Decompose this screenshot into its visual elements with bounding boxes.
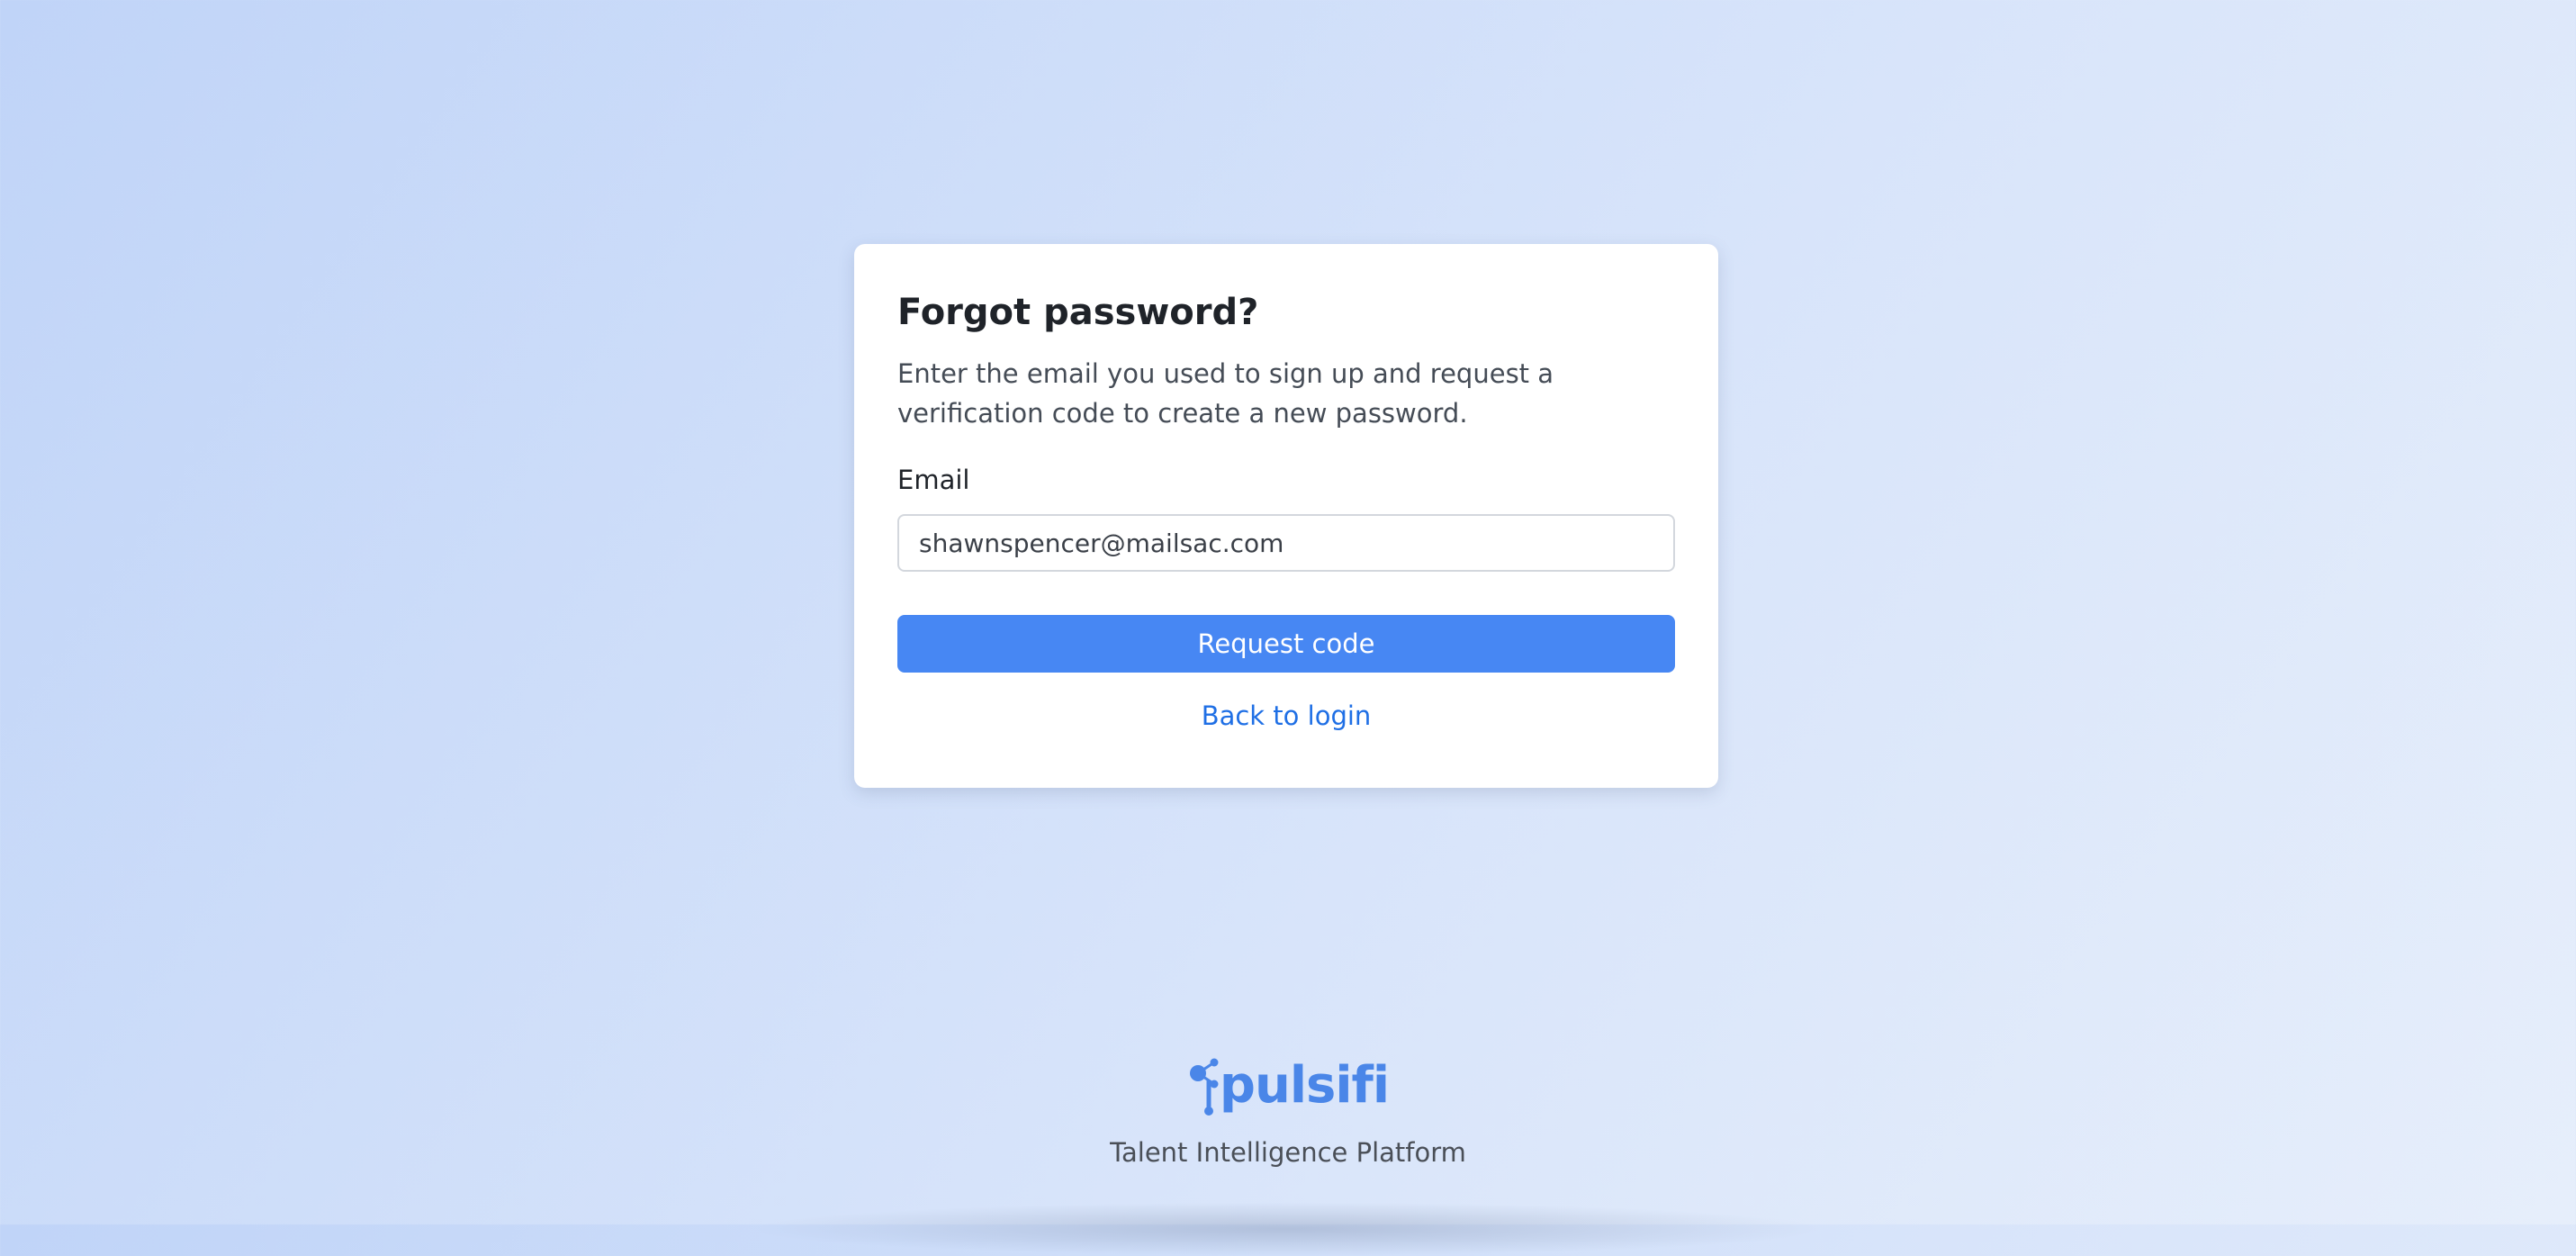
forgot-password-card: Forgot password? Enter the email you use…	[854, 244, 1718, 788]
email-label: Email	[897, 465, 970, 495]
email-field[interactable]	[897, 514, 1675, 572]
back-to-login-link[interactable]: Back to login	[854, 698, 1718, 734]
pulsifi-node-icon	[1187, 1053, 1223, 1118]
bottom-shadow	[747, 1202, 1827, 1256]
logo-wordmark: pulsifi	[1219, 1056, 1390, 1115]
pulsifi-logo: pulsifi	[1187, 1053, 1390, 1118]
brand-logo: pulsifi	[0, 1053, 2576, 1122]
page-title: Forgot password?	[897, 292, 1259, 333]
request-code-button[interactable]: Request code	[897, 615, 1675, 673]
tagline: Talent Intelligence Platform	[1110, 1137, 1466, 1168]
instructions-text: Enter the email you used to sign up and …	[897, 358, 1554, 429]
